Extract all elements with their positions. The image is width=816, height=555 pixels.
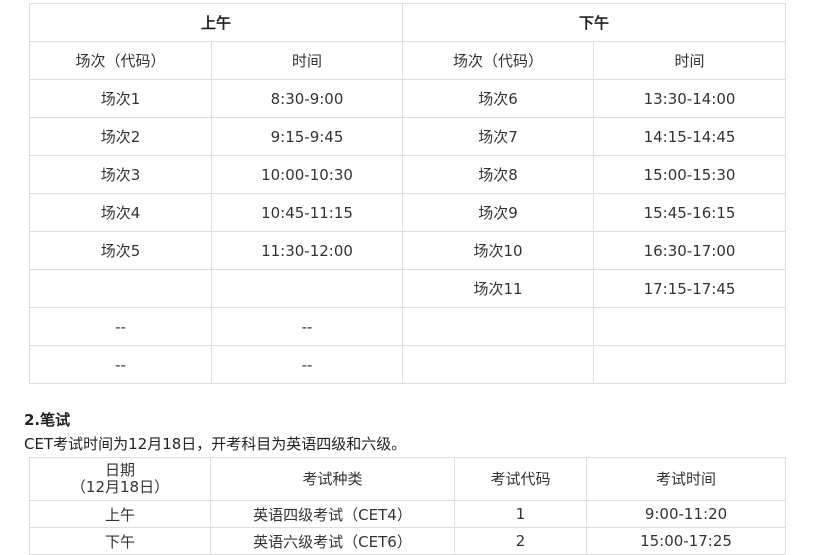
am-time-cell: 9:15-9:45	[210, 117, 404, 156]
date-header-line1: 日期	[104, 461, 135, 479]
am-time-cell: 10:00-10:30	[210, 155, 404, 194]
oral-exam-schedule-table: 上午 下午 场次（代码） 时间 场次（代码） 时间 场次1 8:30-9:00 …	[28, 3, 787, 384]
am-time-cell: 11:30-12:00	[210, 231, 404, 270]
pm-session-cell: 场次6	[402, 79, 595, 118]
am-time-cell: 10:45-11:15	[210, 193, 404, 232]
pm-time-cell: 16:30-17:00	[593, 231, 787, 270]
am-time-column-header: 时间	[210, 41, 404, 80]
table-row: 场次1 8:30-9:00 场次6 13:30-14:00	[29, 79, 787, 118]
pm-time-cell: 15:00-15:30	[593, 155, 787, 194]
exam-time-cell: 15:00-17:25	[586, 527, 786, 555]
pm-session-cell	[402, 307, 595, 346]
pm-session-cell: 场次10	[402, 231, 595, 270]
pm-session-cell: 场次11	[402, 269, 595, 308]
pm-time-column-header: 时间	[593, 41, 787, 80]
pm-time-cell	[593, 345, 787, 384]
date-header-line2: （12月18日）	[70, 478, 170, 496]
pm-time-cell: 15:45-16:15	[593, 193, 787, 232]
exam-time-cell: 9:00-11:20	[586, 500, 786, 528]
pm-session-cell	[402, 345, 595, 384]
pm-session-cell: 场次8	[402, 155, 595, 194]
written-exam-description: CET考试时间为12月18日，开考科目为英语四级和六级。	[24, 435, 407, 453]
schedule-column-header-row: 场次（代码） 时间 场次（代码） 时间	[29, 41, 787, 80]
pm-time-cell	[593, 307, 787, 346]
exam-code-cell: 2	[454, 527, 587, 555]
period-cell: 上午	[29, 500, 211, 528]
am-time-cell: --	[210, 307, 404, 346]
pm-time-cell: 13:30-14:00	[593, 79, 787, 118]
pm-session-cell: 场次7	[402, 117, 595, 156]
pm-session-column-header: 场次（代码）	[402, 41, 595, 80]
exam-type-column-header: 考试种类	[210, 457, 455, 501]
am-session-column-header: 场次（代码）	[29, 41, 212, 80]
period-cell: 下午	[29, 527, 211, 555]
am-session-cell: 场次4	[29, 193, 212, 232]
am-time-cell: 8:30-9:00	[210, 79, 404, 118]
am-session-cell	[29, 269, 212, 308]
pm-session-cell: 场次9	[402, 193, 595, 232]
table-row: 场次4 10:45-11:15 场次9 15:45-16:15	[29, 193, 787, 232]
written-exam-heading: 2.笔试	[24, 411, 71, 429]
afternoon-header: 下午	[402, 3, 787, 42]
table-row: 下午 英语六级考试（CET6） 2 15:00-17:25	[29, 527, 786, 555]
table-row: -- --	[29, 345, 787, 384]
written-exam-table: 日期 （12月18日） 考试种类 考试代码 考试时间 上午 英语四级考试（CET…	[29, 457, 786, 555]
table-row: 场次5 11:30-12:00 场次10 16:30-17:00	[29, 231, 787, 270]
date-column-header: 日期 （12月18日）	[29, 457, 211, 501]
am-time-cell: --	[210, 345, 404, 384]
am-session-cell: 场次3	[29, 155, 212, 194]
am-time-cell	[210, 269, 404, 308]
exam-time-column-header: 考试时间	[586, 457, 786, 501]
table-row: 场次3 10:00-10:30 场次8 15:00-15:30	[29, 155, 787, 194]
table-row: 场次11 17:15-17:45	[29, 269, 787, 308]
pm-time-cell: 17:15-17:45	[593, 269, 787, 308]
schedule-period-header-row: 上午 下午	[28, 3, 787, 42]
am-session-cell: --	[29, 307, 212, 346]
exam-code-cell: 1	[454, 500, 587, 528]
exam-type-cell: 英语六级考试（CET6）	[210, 527, 455, 555]
exam-code-column-header: 考试代码	[454, 457, 587, 501]
written-exam-header-row: 日期 （12月18日） 考试种类 考试代码 考试时间	[29, 457, 786, 501]
pm-time-cell: 14:15-14:45	[593, 117, 787, 156]
am-session-cell: 场次2	[29, 117, 212, 156]
table-row: 上午 英语四级考试（CET4） 1 9:00-11:20	[29, 500, 786, 528]
table-row: -- --	[29, 307, 787, 346]
am-session-cell: 场次1	[29, 79, 212, 118]
exam-type-cell: 英语四级考试（CET4）	[210, 500, 455, 528]
table-row: 场次2 9:15-9:45 场次7 14:15-14:45	[29, 117, 787, 156]
morning-header: 上午	[28, 3, 404, 42]
am-session-cell: 场次5	[29, 231, 212, 270]
am-session-cell: --	[29, 345, 212, 384]
